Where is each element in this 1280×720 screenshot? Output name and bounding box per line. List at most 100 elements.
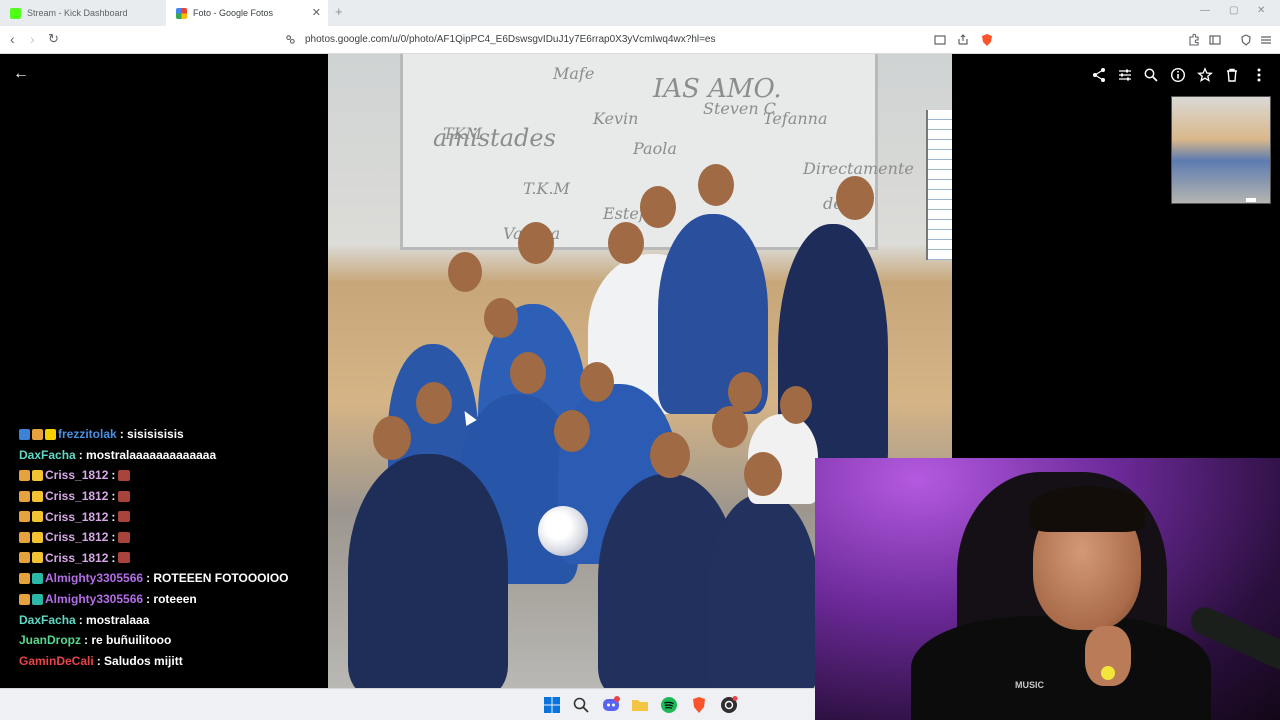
chat-text: : [111,509,116,524]
chat-text: : [111,550,116,565]
brave-icon[interactable] [690,696,708,714]
chat-username[interactable]: Criss_1812 [45,530,108,544]
streamer-hair [1029,486,1145,532]
forward-button[interactable]: › [30,32,35,46]
chat-badge-icon [32,511,43,523]
photo-thumbnail[interactable] [1171,96,1271,204]
kick-favicon-icon [10,7,21,19]
chat-username[interactable]: Almighty3305566 [45,571,143,585]
search-icon[interactable] [572,696,590,714]
chat-username[interactable]: Criss_1812 [45,468,108,482]
chat-message: Almighty3305566: roteeen [19,589,324,610]
whiteboard-writing: T.K.M [523,179,570,198]
menu-icon[interactable] [1259,33,1273,47]
chat-username[interactable]: Criss_1812 [45,489,108,503]
chat-username[interactable]: Criss_1812 [45,551,108,565]
tune-icon[interactable] [1117,67,1133,83]
tab-google-photos[interactable]: Foto - Google Fotos ✕ [166,0,328,26]
star-icon[interactable] [1197,67,1213,83]
chat-text: : [111,530,116,545]
maximize-button[interactable]: ▢ [1229,5,1238,16]
chat-text: : mostralaaaaaaaaaaaaa [78,447,217,462]
whiteboard-writing: Mafe [553,64,595,83]
extensions-icon[interactable] [1187,33,1201,47]
wall-calendar [926,110,952,260]
minimize-button[interactable]: — [1200,5,1210,16]
spotify-icon[interactable] [660,696,678,714]
zoom-icon[interactable] [1143,67,1159,83]
thumbnail-indicator [1246,198,1256,202]
file-explorer-icon[interactable] [631,696,649,714]
streamer-webcam: MUSIC [815,458,1280,720]
chat-username[interactable]: Almighty3305566 [45,592,143,606]
whiteboard-writing: Kevin [593,109,639,128]
share-icon[interactable] [1091,67,1107,83]
student [348,454,508,688]
chat-message: DaxFacha: mostralaaa [19,609,324,630]
share-page-icon[interactable] [956,33,970,47]
chat-badge-icon [32,552,43,564]
chat-emote-icon [118,552,131,564]
vpn-shield-icon[interactable] [1239,33,1253,47]
more-icon[interactable] [1251,67,1267,83]
chat-text: : roteeen [146,592,197,607]
lighter [1101,666,1115,680]
chat-emote-icon [118,490,131,502]
chat-badge-icon [32,593,43,605]
chat-text: : re buñuilitooo [84,633,172,648]
sidebar-icon[interactable] [1208,33,1222,47]
reload-button[interactable]: ↻ [48,32,59,46]
chat-message: Criss_1812: [19,465,324,486]
site-settings-icon[interactable] [285,34,296,45]
chat-badge-icon [32,428,43,440]
soccer-ball [538,506,588,556]
streamer-body [911,616,1211,720]
tab-kick-dashboard[interactable]: Stream - Kick Dashboard [0,0,166,26]
chat-text: : ROTEEEN FOTOOOIOO [146,571,289,586]
chat-message: DaxFacha: mostralaaaaaaaaaaaaa [19,445,324,466]
chat-text: : sisisisisis [119,427,184,442]
chat-username[interactable]: Criss_1812 [45,510,108,524]
chat-badge-icon [19,531,30,543]
brave-shields-icon[interactable] [980,33,994,47]
chat-message: Criss_1812: [19,506,324,527]
chat-username[interactable]: JuanDropz [19,633,81,647]
google-photos-favicon-icon [176,7,187,19]
whiteboard-writing: amistades [433,124,556,152]
whiteboard-writing: Directamente [803,159,914,178]
close-window-button[interactable]: ✕ [1257,5,1265,16]
chat-badge-icon [32,490,43,502]
chat-emote-icon [118,531,131,543]
info-icon[interactable] [1170,67,1186,83]
chat-username[interactable]: DaxFacha [19,613,76,627]
windows-taskbar [0,688,815,720]
back-button[interactable]: ‹ [10,32,15,46]
url-field[interactable]: photos.google.com/u/0/photo/AF1QipPC4_E6… [305,34,716,45]
chat-message: Criss_1812: [19,527,324,548]
discord-icon[interactable] [602,696,620,714]
chat-badge-icon [19,572,30,584]
reader-mode-icon[interactable] [933,33,947,47]
chat-text: : [111,468,116,483]
whiteboard-writing: Tefanna [763,109,828,128]
new-tab-button[interactable]: + [335,4,343,19]
viewer-right-margin [952,54,1280,458]
windows-start-icon[interactable] [543,696,561,714]
chat-badge-icon [19,552,30,564]
chat-message: Criss_1812: [19,548,324,569]
browser-tabbar: Stream - Kick Dashboard Foto - Google Fo… [0,0,1280,26]
shirt-print: MUSIC [1015,680,1044,690]
whiteboard: TKM Mafe Kevin IAS AMO. Steven C Tefanna amist… [400,54,914,250]
chat-username[interactable]: frezzitolak [58,427,117,441]
chat-username[interactable]: DaxFacha [19,448,76,462]
close-tab-icon[interactable]: ✕ [312,6,321,19]
student [708,494,818,688]
chat-text: : mostralaaa [78,612,150,627]
chat-badge-icon [19,469,30,481]
back-arrow-icon[interactable]: ← [13,66,29,82]
chat-message: GaminDeCali: Saludos mijitt [19,651,324,672]
delete-icon[interactable] [1224,67,1240,83]
chat-username[interactable]: GaminDeCali [19,654,94,668]
obs-icon[interactable] [720,696,738,714]
chat-badge-icon [19,511,30,523]
